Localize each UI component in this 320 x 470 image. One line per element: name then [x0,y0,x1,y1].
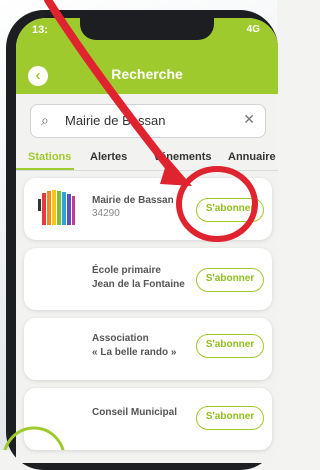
result-card[interactable]: Association « La belle rando » S'abonner [24,318,272,380]
close-icon[interactable]: ✕ [243,111,255,128]
result-postcode: 34290 [92,208,120,219]
subscribe-button[interactable]: S'abonner [196,334,264,358]
station-logo [36,185,80,229]
tab-evenements[interactable]: vénements [154,151,211,163]
phone-photo: 13: 4G ‹ Recherche ⌕ Mairie de Bassan ✕ … [0,0,278,470]
result-name: Conseil Municipal [92,407,178,418]
result-name: Mairie de Bassan [92,195,174,206]
app-screen: 13: 4G ‹ Recherche ⌕ Mairie de Bassan ✕ … [16,18,278,463]
result-card[interactable]: Conseil Municipal S'abonner [24,388,272,450]
search-query: Mairie de Bassan [65,113,166,128]
app-header: 13: 4G ‹ Recherche [16,18,278,94]
result-name-line2: Jean de la Fontaine [92,279,185,290]
status-time: 13: [32,24,48,36]
result-name-line1: École primaire [92,265,161,276]
phone-notch [80,18,214,40]
search-icon: ⌕ [41,112,49,128]
result-card[interactable]: Mairie de Bassan 34290 S'abonner [24,178,272,240]
search-input[interactable]: ⌕ Mairie de Bassan ✕ [30,104,266,138]
tab-stations[interactable]: Stations [28,151,71,163]
subscribe-button[interactable]: S'abonner [196,406,264,430]
result-name-line1: Association [92,333,149,344]
tab-annuaire[interactable]: Annuaire [228,151,276,163]
tab-alertes[interactable]: Alertes [90,151,127,163]
result-card[interactable]: École primaire Jean de la Fontaine S'abo… [24,248,272,310]
active-tab-indicator [16,168,74,170]
subscribe-button[interactable]: S'abonner [196,198,264,222]
tab-bar: Stations Alertes vénements Annuaire [16,148,278,171]
page-title: Recherche [111,66,183,82]
result-name-line2: « La belle rando » [92,347,177,358]
status-signal: 4G [246,24,260,35]
subscribe-button[interactable]: S'abonner [196,268,264,292]
